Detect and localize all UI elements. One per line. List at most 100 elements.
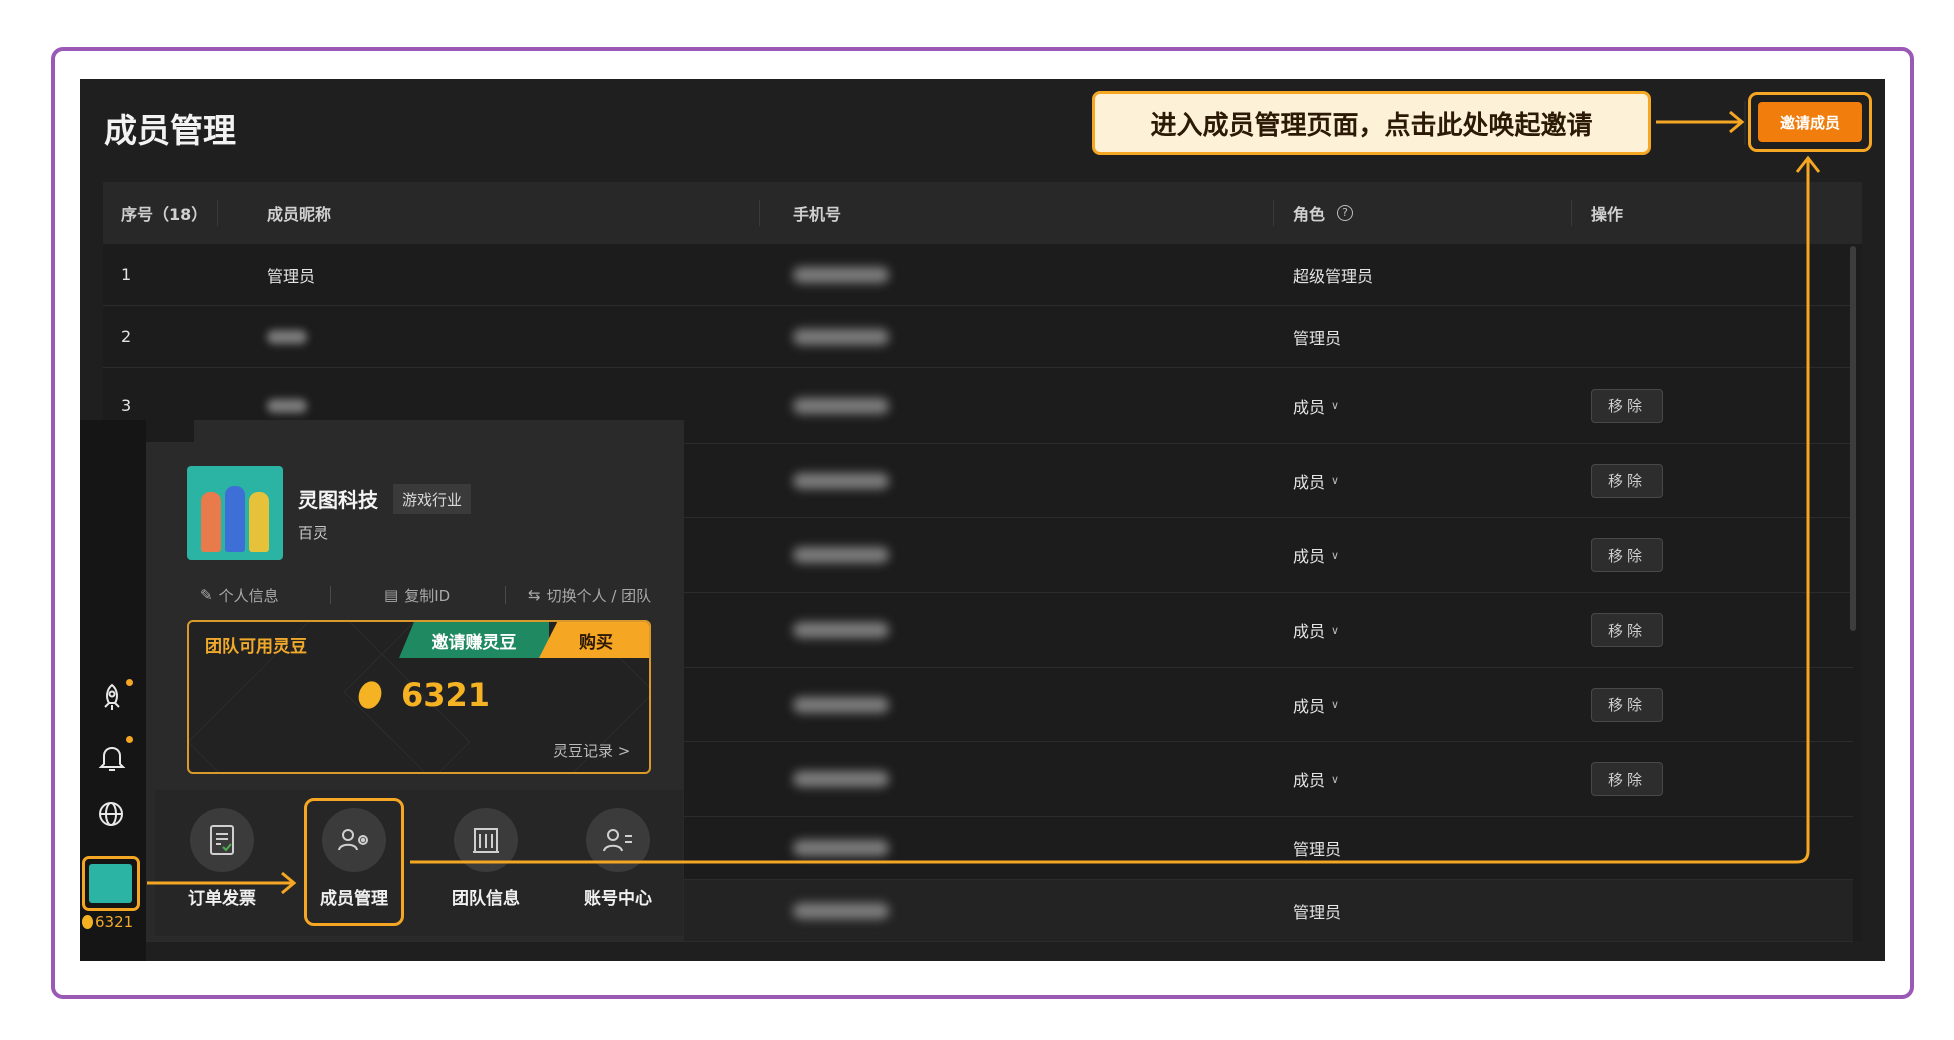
- table-header: 序号（18） 成员昵称 手机号 角色 ? 操作: [103, 182, 1862, 244]
- switch-account-link[interactable]: ⇆ 切换个人 / 团队: [528, 583, 651, 607]
- role-dropdown[interactable]: 成员 ∨: [1293, 518, 1339, 592]
- remove-member-button[interactable]: 移除: [1591, 463, 1663, 498]
- role-label: 成员: [1293, 547, 1326, 566]
- buy-beans-button[interactable]: 购买: [539, 622, 649, 658]
- cell-phone: [793, 244, 889, 305]
- cell-phone: [793, 444, 889, 517]
- header-divider: [1273, 200, 1274, 226]
- bean-log-link[interactable]: 灵豆记录 >: [553, 740, 630, 761]
- edit-icon: ✎: [200, 586, 213, 604]
- globe-icon[interactable]: [96, 799, 128, 831]
- bell-icon[interactable]: [96, 742, 128, 774]
- cell-action: 移除: [1591, 593, 1663, 667]
- header-action: 操作: [1591, 205, 1624, 224]
- bean-card: 团队可用灵豆 邀请赚灵豆 购买 6321 灵豆记录 >: [187, 620, 651, 774]
- cell-role: 管理员: [1293, 306, 1341, 367]
- header-phone: 手机号: [793, 205, 842, 224]
- chevron-down-icon: ∨: [1331, 772, 1340, 786]
- redacted-phone: [793, 840, 889, 856]
- cell-phone: [793, 742, 889, 816]
- cell-phone: [793, 306, 889, 367]
- remove-member-button[interactable]: 移除: [1591, 762, 1663, 796]
- remove-member-button[interactable]: 移除: [1591, 687, 1663, 722]
- copy-id-link[interactable]: ▤ 复制ID: [384, 583, 450, 607]
- header-role: 角色 ?: [1293, 182, 1354, 244]
- profile-link-label: 个人信息: [218, 586, 279, 605]
- role-dropdown[interactable]: 成员 ∨: [1293, 444, 1339, 517]
- copy-icon: ▤: [384, 586, 399, 604]
- rocket-icon[interactable]: [96, 681, 128, 713]
- menu-order-invoice[interactable]: 订单发票: [172, 798, 272, 918]
- quick-divider: [505, 586, 506, 604]
- user-card-icon: [586, 808, 650, 872]
- menu-account-center[interactable]: 账号中心: [568, 798, 668, 918]
- logo-figure: [225, 486, 245, 552]
- logo-figure: [249, 492, 269, 552]
- cell-action: 移除: [1591, 444, 1663, 517]
- role-label: 成员: [1293, 622, 1326, 641]
- header-divider: [1571, 200, 1572, 226]
- cell-role: 管理员: [1293, 880, 1341, 941]
- copy-id-label: 复制ID: [404, 586, 451, 605]
- role-label: 成员: [1293, 397, 1326, 417]
- bean-icon: [354, 678, 386, 712]
- invite-earn-button[interactable]: 邀请赚灵豆: [399, 622, 549, 658]
- user-name: 百灵: [298, 524, 329, 542]
- role-label: 管理员: [1293, 840, 1342, 859]
- role-dropdown[interactable]: 成员 ∨: [1293, 593, 1339, 667]
- rail-bean-value: 6321: [95, 913, 134, 931]
- role-label: 管理员: [1293, 902, 1342, 922]
- table-row: 2 管理员: [103, 306, 1853, 368]
- help-icon[interactable]: ?: [1337, 205, 1354, 221]
- cell-action: 移除: [1591, 742, 1663, 816]
- notification-dot: [126, 736, 133, 743]
- table-scrollbar[interactable]: [1850, 246, 1856, 631]
- remove-member-button[interactable]: 移除: [1591, 613, 1663, 647]
- redacted-phone: [793, 771, 889, 787]
- bean-balance: 6321: [354, 676, 490, 714]
- role-dropdown[interactable]: 成员 ∨: [1293, 742, 1339, 816]
- bean-icon: [82, 915, 93, 929]
- menu-highlight: [304, 798, 404, 926]
- redacted-phone: [793, 547, 889, 563]
- redacted-nickname: [267, 398, 307, 413]
- team-avatar[interactable]: [89, 864, 132, 903]
- profile-link[interactable]: ✎ 个人信息: [200, 583, 279, 607]
- remove-member-button[interactable]: 移除: [1591, 538, 1663, 572]
- popup-corner: [146, 420, 194, 442]
- header-divider: [217, 200, 218, 226]
- role-label: 成员: [1293, 771, 1326, 790]
- cell-index: 1: [121, 265, 132, 284]
- cell-role: 管理员: [1293, 817, 1341, 879]
- redacted-phone: [793, 328, 889, 345]
- cell-phone: [793, 880, 889, 941]
- swap-icon: ⇆: [528, 586, 541, 604]
- cell-role: 超级管理员: [1293, 244, 1373, 305]
- redacted-phone: [793, 622, 889, 638]
- instruction-callout: 进入成员管理页面，点击此处唤起邀请: [1092, 91, 1651, 155]
- redacted-phone: [793, 397, 889, 414]
- cell-phone: [793, 668, 889, 741]
- switch-account-label: 切换个人 / 团队: [546, 586, 652, 605]
- menu-label: 订单发票: [188, 889, 256, 909]
- company-name: 灵图科技: [298, 488, 378, 512]
- cell-nickname: 管理员: [267, 266, 316, 286]
- cell-phone: [793, 817, 889, 879]
- invite-member-button[interactable]: 邀请成员: [1758, 102, 1862, 142]
- cell-phone: [793, 368, 889, 443]
- team-logo: [187, 466, 283, 560]
- page-title: 成员管理: [104, 111, 236, 150]
- menu-team-info[interactable]: 团队信息: [436, 798, 536, 918]
- header-divider: [759, 200, 760, 226]
- role-dropdown[interactable]: 成员 ∨: [1293, 668, 1339, 741]
- header-role-label: 角色: [1293, 205, 1326, 224]
- cell-phone: [793, 518, 889, 592]
- building-icon: [454, 808, 518, 872]
- menu-label: 团队信息: [452, 889, 520, 909]
- table-row: 1 管理员 超级管理员: [103, 244, 1853, 306]
- redacted-phone: [793, 696, 889, 713]
- remove-member-button[interactable]: 移除: [1591, 388, 1663, 423]
- role-label: 成员: [1293, 472, 1326, 492]
- role-dropdown[interactable]: 成员 ∨: [1293, 368, 1339, 443]
- redacted-phone: [793, 472, 889, 489]
